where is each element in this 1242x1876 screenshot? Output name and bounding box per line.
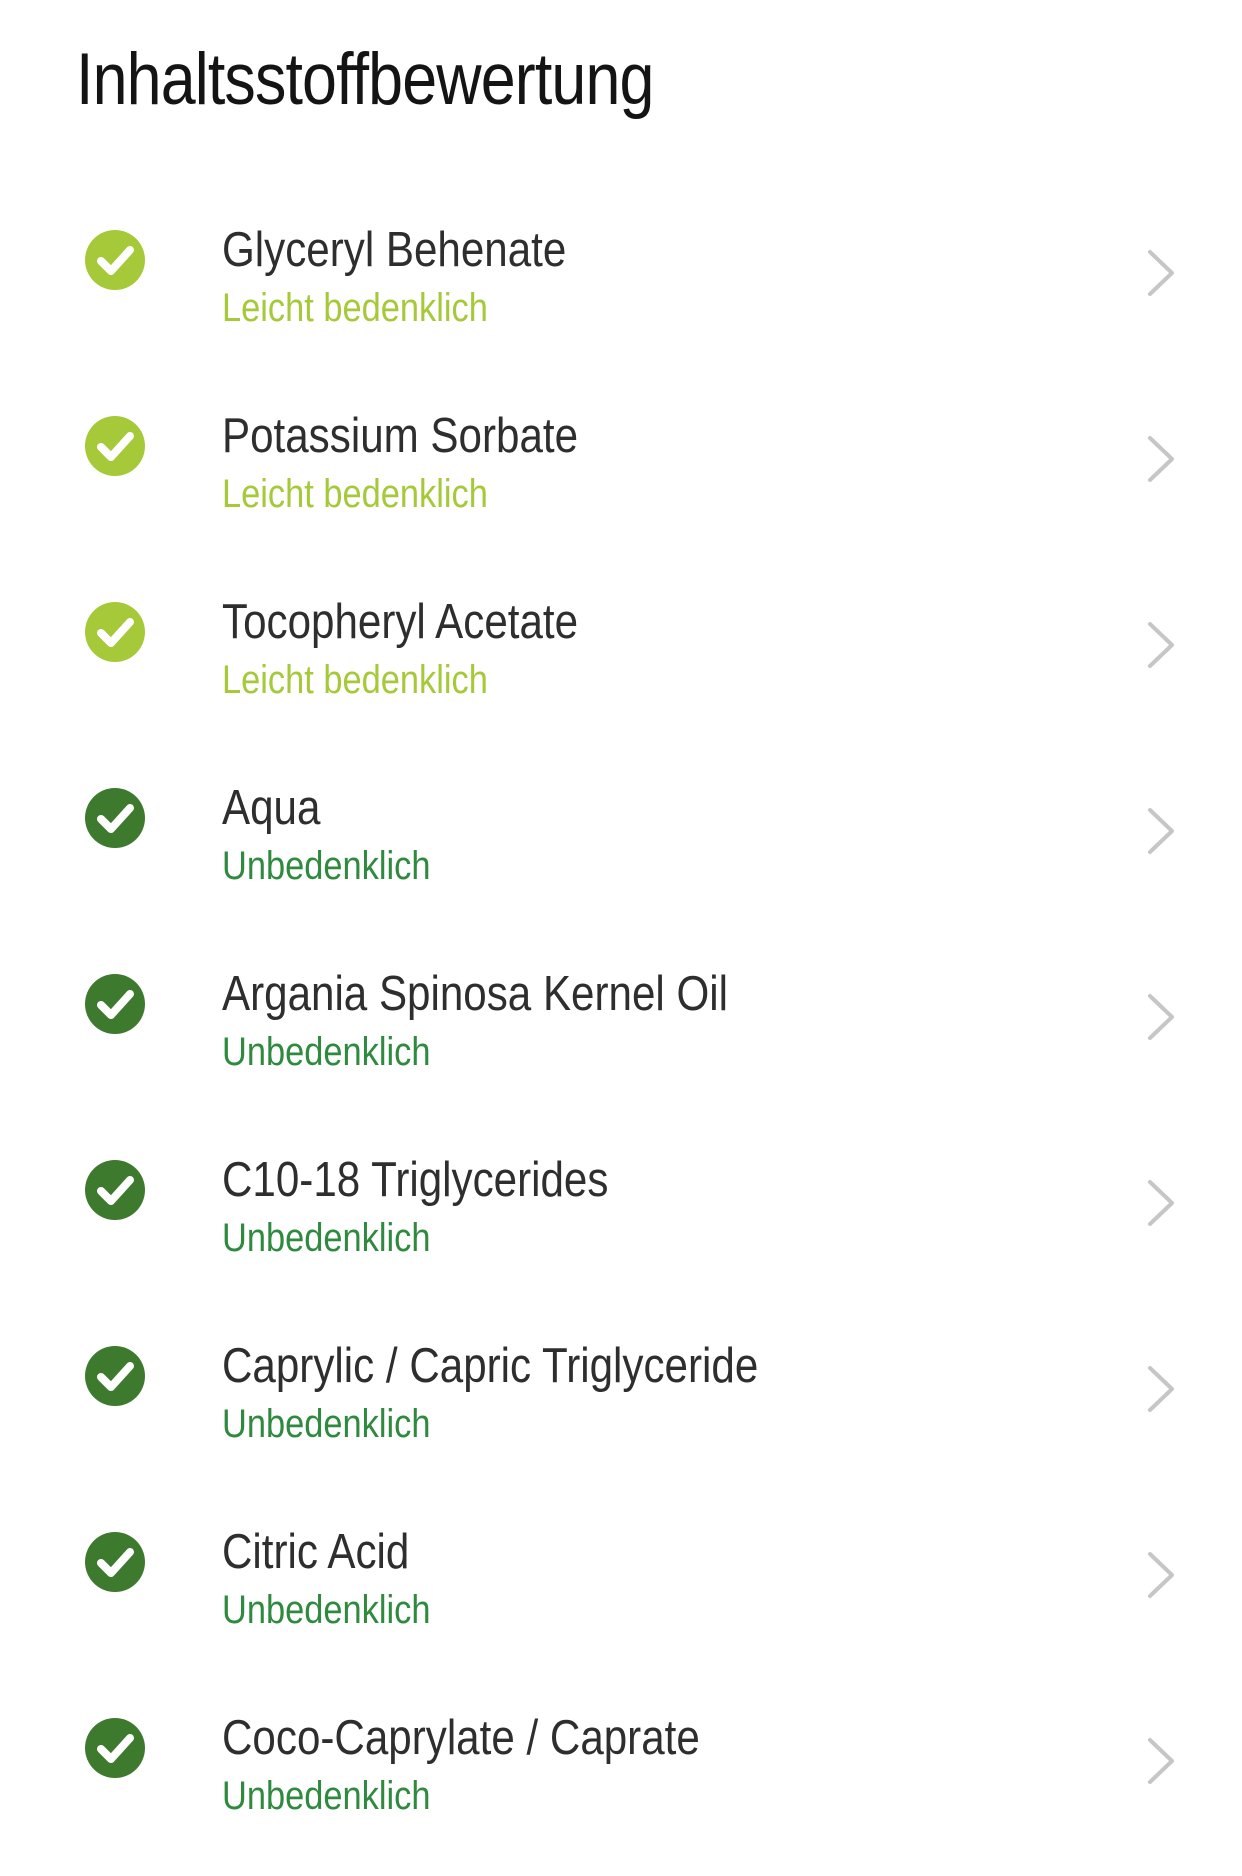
ingredient-rating: Unbedenklich [222,1402,431,1446]
ingredient-row[interactable]: C10-18 Triglycerides Unbedenklich [0,1118,1242,1304]
ingredient-list: Glyceryl Behenate Leicht bedenklich Pota… [0,188,1242,1862]
ingredient-name: Tocopheryl Acetate [222,595,579,649]
ingredient-row[interactable]: Argania Spinosa Kernel Oil Unbedenklich [0,932,1242,1118]
ingredient-row[interactable]: Caprylic / Capric Triglyceride Unbedenkl… [0,1304,1242,1490]
ingredient-row[interactable]: Coco-Caprylate / Caprate Unbedenklich [0,1676,1242,1862]
ingredient-name: Argania Spinosa Kernel Oil [222,967,728,1021]
ingredient-name: Coco-Caprylate / Caprate [222,1711,700,1765]
chevron-right-icon[interactable] [1146,1550,1176,1600]
check-circle-icon [85,1346,145,1406]
check-circle-icon [85,1532,145,1592]
check-circle-icon [85,788,145,848]
check-circle-icon [85,602,145,662]
ingredient-rating: Unbedenklich [222,1588,431,1632]
chevron-right-icon[interactable] [1146,992,1176,1042]
ingredient-row[interactable]: Glyceryl Behenate Leicht bedenklich [0,188,1242,374]
ingredient-name: C10-18 Triglycerides [222,1153,609,1207]
chevron-right-icon[interactable] [1146,620,1176,670]
page-title: Inhaltsstoffbewertung [76,39,654,120]
chevron-right-icon[interactable] [1146,1364,1176,1414]
ingredient-name: Glyceryl Behenate [222,223,567,277]
chevron-right-icon[interactable] [1146,434,1176,484]
ingredient-rating: Unbedenklich [222,1774,431,1818]
ingredient-rating: Leicht bedenklich [222,286,488,330]
ingredient-name: Citric Acid [222,1525,410,1579]
chevron-right-icon[interactable] [1146,1178,1176,1228]
ingredient-name: Potassium Sorbate [222,409,579,463]
ingredient-rating: Unbedenklich [222,1216,431,1260]
ingredient-name: Aqua [222,781,321,835]
check-circle-icon [85,230,145,290]
chevron-right-icon[interactable] [1146,248,1176,298]
chevron-right-icon[interactable] [1146,806,1176,856]
ingredient-rating: Leicht bedenklich [222,472,488,516]
ingredient-rating: Leicht bedenklich [222,658,488,702]
check-circle-icon [85,1718,145,1778]
ingredient-row[interactable]: Potassium Sorbate Leicht bedenklich [0,374,1242,560]
ingredient-row[interactable]: Aqua Unbedenklich [0,746,1242,932]
check-circle-icon [85,416,145,476]
ingredient-name: Caprylic / Capric Triglyceride [222,1339,759,1393]
ingredient-rating: Unbedenklich [222,844,431,888]
ingredient-row[interactable]: Tocopheryl Acetate Leicht bedenklich [0,560,1242,746]
check-circle-icon [85,1160,145,1220]
chevron-right-icon[interactable] [1146,1736,1176,1786]
ingredient-row[interactable]: Citric Acid Unbedenklich [0,1490,1242,1676]
check-circle-icon [85,974,145,1034]
ingredient-rating: Unbedenklich [222,1030,431,1074]
